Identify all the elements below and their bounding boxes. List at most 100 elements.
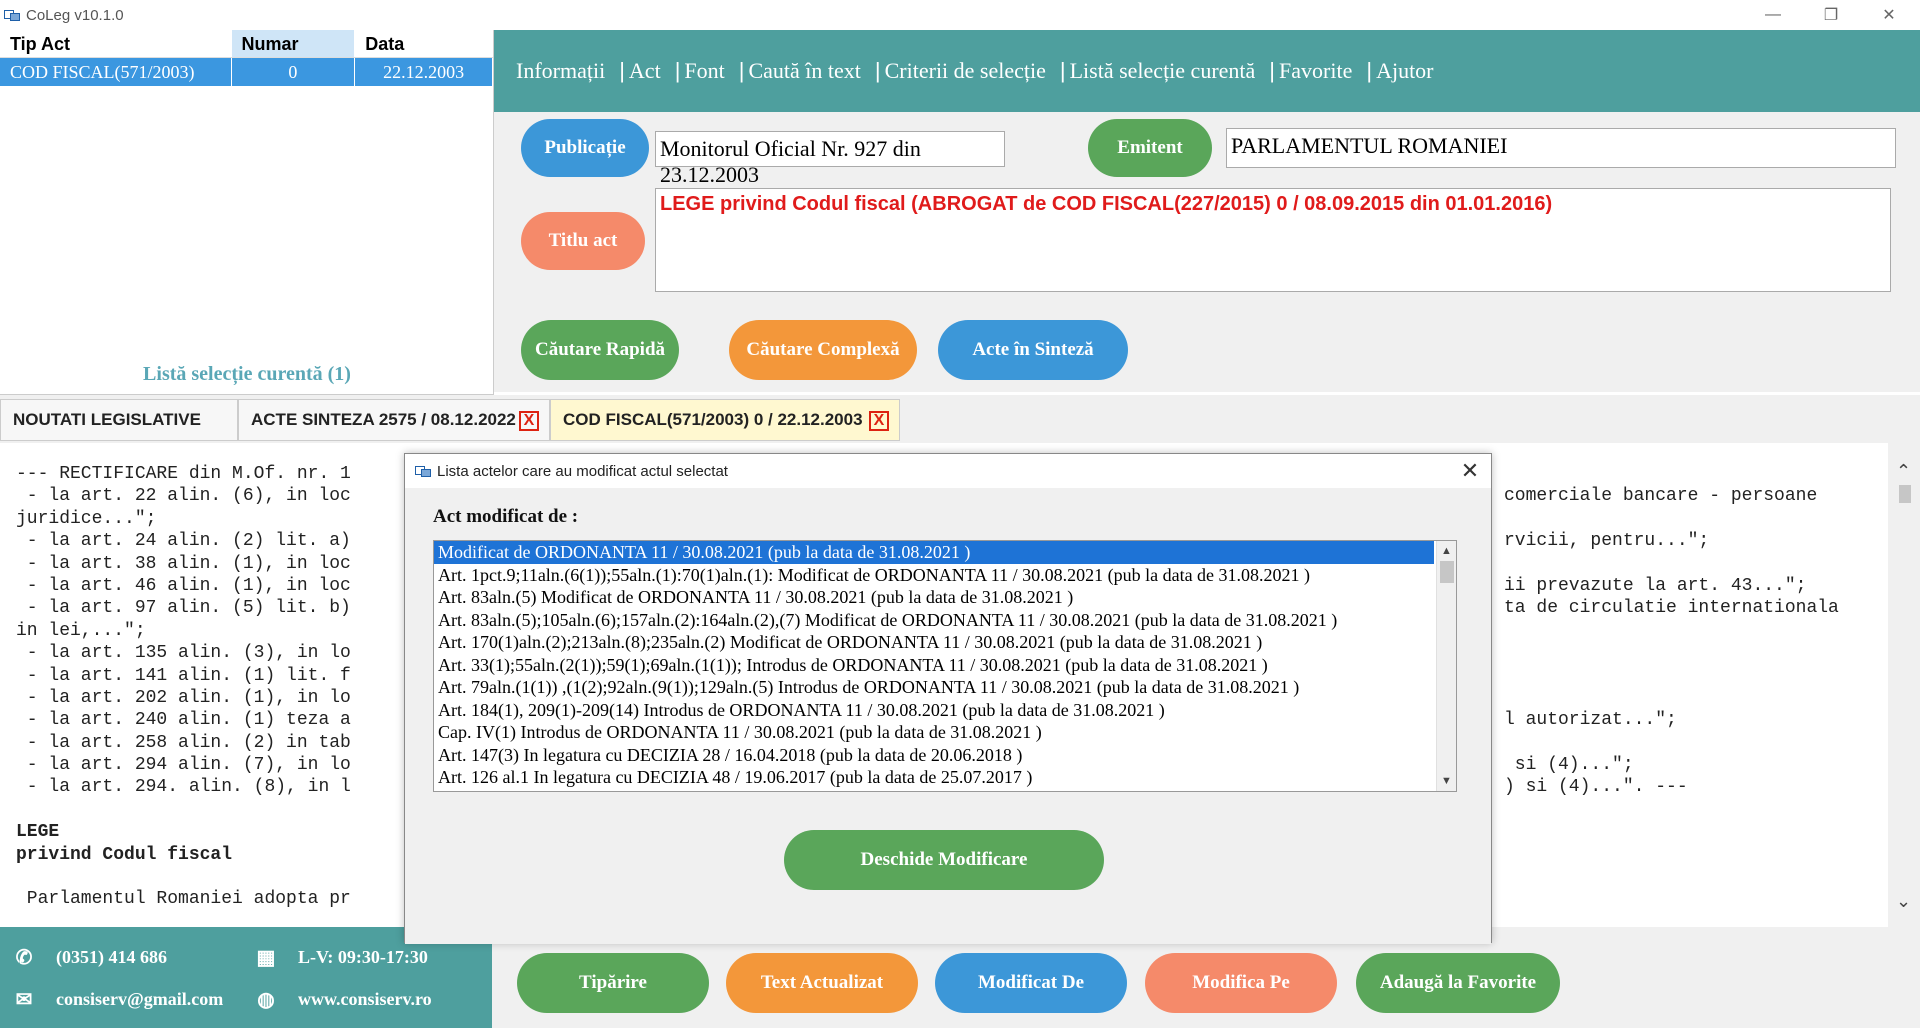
text-line (1504, 508, 1839, 530)
text-line: in lei,..."; (16, 620, 146, 641)
listbox-item[interactable]: Cap. IV(1) Introdus de ORDONANTA 11 / 30… (434, 721, 1434, 744)
column-header-data[interactable]: Data (355, 30, 494, 57)
menu-font[interactable]: Font (684, 58, 724, 84)
modifications-listbox[interactable]: Modificat de ORDONANTA 11 / 30.08.2021 (… (433, 540, 1457, 792)
text-line: privind Codul fiscal (16, 844, 233, 865)
dialog-close-button[interactable]: ✕ (1457, 458, 1483, 484)
tab-cod-fiscal[interactable]: COD FISCAL(571/2003) 0 / 22.12.2003 X (550, 399, 900, 441)
listbox-scroll-up-icon[interactable]: ▲ (1441, 545, 1452, 557)
menu-lista-selectie[interactable]: Listă selecție curentă (1070, 58, 1256, 84)
phone-info: ✆ (0351) 414 686 (12, 945, 167, 970)
scroll-down-icon[interactable]: ⌄ (1896, 891, 1912, 911)
coleg-window: CoLeg v10.1.0 — ❐ ✕ Tip Act Numar Data C… (0, 0, 1920, 1028)
text-vertical-scrollbar[interactable]: ⌃ ⌄ (1888, 443, 1920, 927)
emitent-field[interactable]: PARLAMENTUL ROMANIEI (1226, 128, 1896, 168)
listbox-item[interactable]: Modificat de ORDONANTA 11 / 30.08.2021 (… (434, 541, 1434, 564)
text-line: ii prevazute la art. 43..."; (1504, 575, 1807, 596)
publicatie-field[interactable]: Monitorul Oficial Nr. 927 din 23.12.2003 (655, 131, 1005, 187)
cell-data: 22.12.2003 (355, 58, 494, 86)
window-title: CoLeg v10.1.0 (26, 6, 124, 24)
app-logo-icon (4, 9, 20, 21)
text-line: - la art. 24 alin. (2) lit. a) (16, 531, 351, 552)
listbox-item[interactable]: Art. 79aln.(1(1)) ,(1(2);92aln.(9(1));12… (434, 676, 1434, 699)
menu-separator: | (874, 58, 881, 83)
main-menu-bar: Informații | Act | Font | Caută în text … (494, 30, 1920, 112)
listbox-item[interactable]: Art. 83aln.(5) Modificat de ORDONANTA 11… (434, 586, 1434, 609)
app-logo-icon (415, 465, 431, 477)
minimize-button[interactable]: — (1744, 0, 1802, 30)
menu-act[interactable]: Act (629, 58, 661, 84)
cautare-complexa-button[interactable]: Căutare Complexă (729, 320, 917, 380)
modificat-de-button[interactable]: Modificat De (935, 953, 1127, 1013)
hours-info: ▦ L-V: 09:30-17:30 (254, 945, 428, 970)
email-text[interactable]: consiserv@gmail.com (56, 989, 223, 1010)
website-text[interactable]: www.consiserv.ro (298, 989, 432, 1010)
listbox-item[interactable]: Art. 170(1)aln.(2);213aln.(8);235aln.(2)… (434, 631, 1434, 654)
grid-row[interactable]: COD FISCAL(571/2003) 0 22.12.2003 (0, 58, 494, 86)
text-line (1504, 553, 1839, 575)
menu-separator: | (738, 58, 745, 83)
text-line (1504, 620, 1839, 642)
scroll-up-icon[interactable]: ⌃ (1896, 461, 1912, 481)
title-bar: CoLeg v10.1.0 — ❐ ✕ (0, 0, 1920, 30)
globe-icon: ◍ (257, 989, 275, 1011)
tab-acte-sinteza[interactable]: ACTE SINTEZA 2575 / 08.12.2022 X (238, 399, 550, 441)
adauga-favorite-button[interactable]: Adaugă la Favorite (1356, 953, 1560, 1013)
menu-criterii-selectie[interactable]: Criterii de selecție (885, 58, 1046, 84)
menu-separator: | (674, 58, 681, 83)
text-line: --- RECTIFICARE din M.Of. nr. 1 (16, 464, 351, 484)
listbox-item[interactable]: Art. 147(3) In legatura cu DECIZIA 28 / … (434, 744, 1434, 767)
tab-noutati-legislative[interactable]: NOUTATI LEGISLATIVE (0, 399, 238, 441)
menu-cauta-in-text[interactable]: Caută în text (748, 58, 860, 84)
text-line (16, 866, 351, 888)
titlu-act-button[interactable]: Titlu act (521, 212, 645, 270)
listbox-item[interactable]: Art. 83aln.(5);105aln.(6);157aln.(2):164… (434, 609, 1434, 632)
listbox-item[interactable]: Art. 33(1);55aln.(2(1));59(1);69aln.(1(1… (434, 654, 1434, 677)
menu-separator: | (619, 58, 625, 83)
dialog-button-area: Deschide Modificare (405, 830, 1491, 944)
modifications-dialog: Lista actelor care au modificat actul se… (404, 453, 1492, 944)
publicatie-button[interactable]: Publicație (521, 119, 649, 177)
text-actualizat-button[interactable]: Text Actualizat (726, 953, 918, 1013)
text-line (1504, 642, 1839, 664)
text-line (1504, 732, 1839, 754)
titlu-act-field[interactable]: LEGE privind Codul fiscal (ABROGAT de CO… (655, 188, 1891, 292)
deschide-modificare-button[interactable]: Deschide Modificare (784, 830, 1104, 890)
cautare-rapida-button[interactable]: Căutare Rapidă (521, 320, 679, 380)
tiparire-button[interactable]: Tipărire (517, 953, 709, 1013)
envelope-icon: ✉ (15, 989, 33, 1011)
restore-button[interactable]: ❐ (1802, 0, 1860, 30)
document-tabs: NOUTATI LEGISLATIVE ACTE SINTEZA 2575 / … (0, 395, 1920, 443)
listbox-scroll-thumb[interactable] (1440, 561, 1454, 583)
scroll-thumb[interactable] (1899, 485, 1911, 503)
calculator-icon: ▦ (256, 947, 276, 969)
column-header-tip-act[interactable]: Tip Act (0, 30, 232, 57)
listbox-scrollbar[interactable]: ▲ ▼ (1436, 541, 1456, 791)
text-line: - la art. 294 alin. (7), in lo (16, 755, 351, 776)
email-info: ✉ consiserv@gmail.com (12, 987, 224, 1012)
listbox-item[interactable]: Art. 126 al.1 In legatura cu DECIZIA 48 … (434, 766, 1434, 789)
emitent-button[interactable]: Emitent (1088, 119, 1212, 177)
cell-numar: 0 (232, 58, 356, 86)
dialog-title: Lista actelor care au modificat actul se… (437, 462, 728, 480)
current-selection-label[interactable]: Listă selecție curentă (1) (0, 363, 494, 386)
tab-close-icon[interactable]: X (869, 411, 889, 431)
column-header-numar[interactable]: Numar (231, 30, 356, 57)
close-window-button[interactable]: ✕ (1860, 0, 1918, 30)
listbox-item[interactable]: Art. 184(1), 209(1)-209(14) Introdus de … (434, 699, 1434, 722)
acte-in-sinteza-button[interactable]: Acte în Sinteză (938, 320, 1128, 380)
modifica-pe-button[interactable]: Modifica Pe (1145, 953, 1337, 1013)
tab-label: COD FISCAL(571/2003) 0 / 22.12.2003 (563, 410, 863, 429)
menu-favorite[interactable]: Favorite (1279, 58, 1352, 84)
tab-label: ACTE SINTEZA 2575 / 08.12.2022 (251, 410, 516, 429)
listbox-scroll-down-icon[interactable]: ▼ (1441, 775, 1452, 787)
tab-close-icon[interactable]: X (519, 411, 539, 431)
listbox-item[interactable]: Art. 1pct.9;11aln.(6(1));55aln.(1):70(1)… (434, 564, 1434, 587)
menu-informatii[interactable]: Informații (516, 58, 605, 84)
menu-separator: | (1366, 58, 1373, 83)
text-line: rvicii, pentru..."; (1504, 531, 1710, 552)
tab-label: NOUTATI LEGISLATIVE (13, 410, 201, 429)
menu-ajutor[interactable]: Ajutor (1376, 58, 1433, 84)
text-line: juridice..."; (16, 508, 157, 529)
text-line: - la art. 294. alin. (8), in l (16, 777, 351, 798)
